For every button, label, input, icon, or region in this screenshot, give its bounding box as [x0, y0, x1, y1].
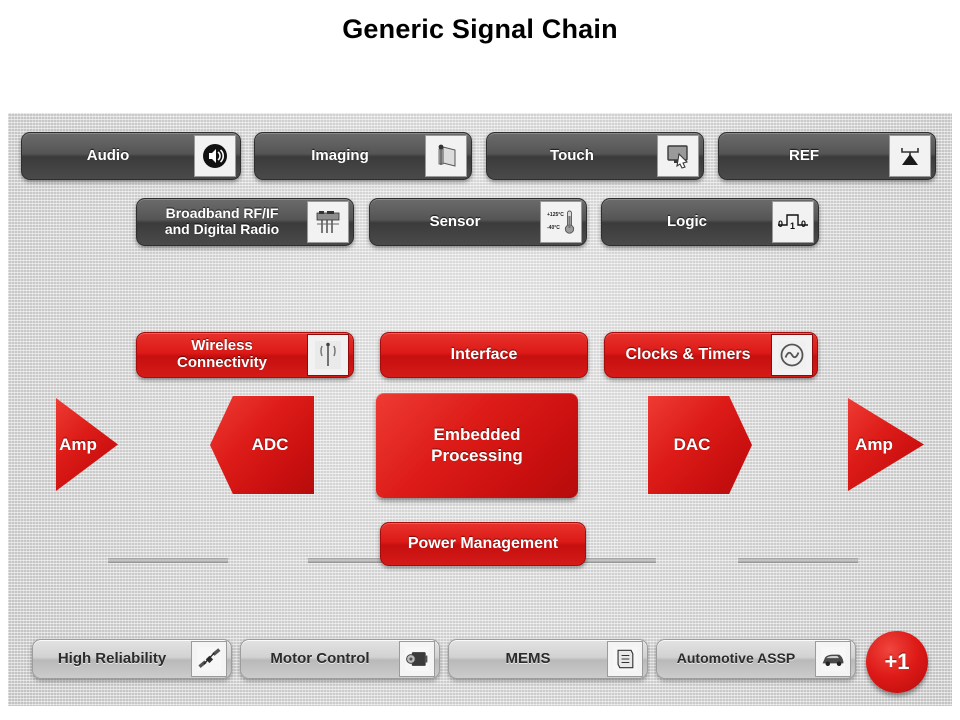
sensor-icon-cold-label: -40°C	[547, 225, 560, 231]
category-label: Motor Control	[270, 649, 370, 667]
category-button-motor-control[interactable]: Motor Control	[240, 639, 440, 679]
chain-block-label: Embedded Processing	[431, 425, 523, 465]
chain-block-label: ADC	[251, 435, 289, 454]
diagram-panel: Audio Imaging Touch REF Broadband RF/IF …	[8, 113, 952, 706]
category-label: MEMS	[505, 649, 551, 667]
category-label: Audio	[86, 146, 130, 164]
thermometer-icon: +125°C -40°C	[540, 201, 582, 243]
category-label: High Reliability	[57, 649, 167, 667]
category-button-mems[interactable]: MEMS	[448, 639, 648, 679]
chain-block-amp-output[interactable]: Amp	[848, 398, 924, 491]
chain-block-dac[interactable]: DAC	[648, 396, 752, 494]
svg-text:0: 0	[801, 219, 806, 229]
slide-canvas: Generic Signal Chain Audio Imaging Touch…	[0, 0, 960, 720]
category-label: Automotive ASSP	[676, 650, 796, 667]
chain-block-label: DAC	[673, 435, 711, 454]
voltage-reference-icon	[889, 135, 931, 177]
chain-block-embedded-processing[interactable]: Embedded Processing	[376, 393, 578, 498]
chain-block-amp-input[interactable]: Amp	[56, 398, 118, 491]
chain-block-label: Amp	[59, 434, 97, 454]
category-label: Imaging	[311, 146, 369, 164]
feature-label: Interface	[450, 346, 518, 364]
rf-board-icon	[307, 201, 349, 243]
satellite-icon	[191, 641, 227, 677]
category-label: Sensor	[429, 212, 481, 230]
category-button-imaging[interactable]: Imaging	[254, 132, 472, 180]
chain-line-adc-to-embedded	[308, 558, 384, 563]
additional-count-badge[interactable]: +1	[866, 631, 928, 693]
category-button-logic[interactable]: Logic 0 1 0	[601, 198, 819, 246]
chain-line-embedded-to-dac	[580, 558, 656, 563]
page-title: Generic Signal Chain	[342, 14, 618, 44]
touchscreen-icon	[657, 135, 699, 177]
svg-text:1: 1	[790, 221, 795, 231]
chain-line-amp-to-adc	[108, 558, 228, 563]
motor-icon	[399, 641, 435, 677]
feature-label: Power Management	[407, 535, 559, 553]
feature-button-interface[interactable]: Interface	[380, 332, 588, 378]
chain-block-label: Amp	[855, 434, 893, 454]
category-button-touch[interactable]: Touch	[486, 132, 704, 180]
document-icon	[607, 641, 643, 677]
antenna-icon	[307, 334, 349, 376]
category-button-automotive-assp[interactable]: Automotive ASSP	[656, 639, 856, 679]
chain-block-adc[interactable]: ADC	[210, 396, 314, 494]
category-button-high-reliability[interactable]: High Reliability	[32, 639, 232, 679]
feature-label: Clocks & Timers	[625, 346, 751, 364]
car-icon	[815, 641, 851, 677]
category-label: Broadband RF/IF and Digital Radio	[164, 205, 280, 237]
sensor-icon-hot-label: +125°C	[547, 212, 564, 218]
sine-wave-circle-icon	[771, 334, 813, 376]
camera-icon	[425, 135, 467, 177]
category-label: Logic	[667, 212, 707, 230]
feature-label: Wireless Connectivity	[176, 337, 267, 371]
category-button-audio[interactable]: Audio	[21, 132, 241, 180]
category-button-ref[interactable]: REF	[718, 132, 936, 180]
svg-text:0: 0	[778, 219, 783, 229]
chain-line-dac-to-amp	[738, 558, 858, 563]
category-label: REF	[789, 146, 819, 164]
category-button-sensor[interactable]: Sensor +125°C -40°C	[369, 198, 587, 246]
logic-waveform-icon: 0 1 0	[772, 201, 814, 243]
feature-button-wireless-connectivity[interactable]: Wireless Connectivity	[136, 332, 354, 378]
category-button-broadband-rf[interactable]: Broadband RF/IF and Digital Radio	[136, 198, 354, 246]
feature-button-power-management[interactable]: Power Management	[380, 522, 586, 566]
additional-count-label: +1	[884, 649, 910, 674]
feature-button-clocks-timers[interactable]: Clocks & Timers	[604, 332, 818, 378]
category-label: Touch	[550, 146, 594, 164]
speaker-icon	[194, 135, 236, 177]
